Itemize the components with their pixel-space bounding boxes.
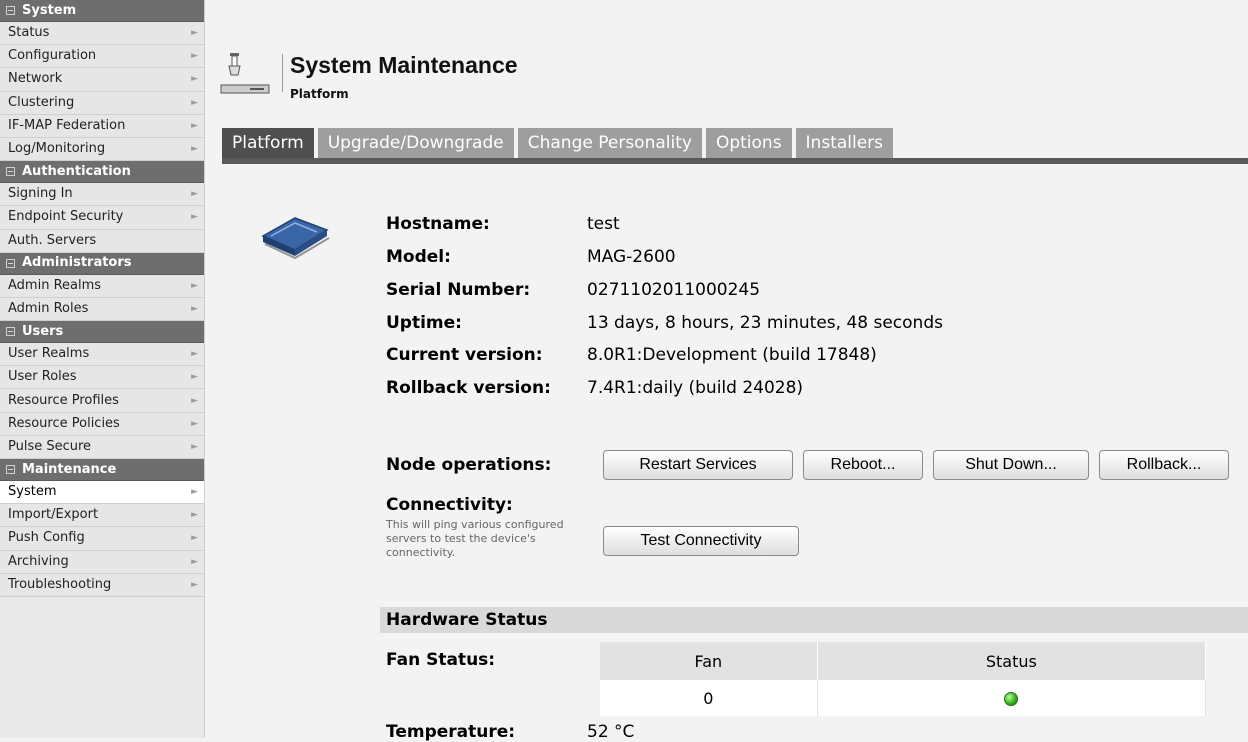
sidebar-section-users[interactable]: Users — [0, 321, 204, 344]
sidebar-section-authentication[interactable]: Authentication — [0, 161, 204, 184]
sidebar-nav: System Status ► Configuration ► Network ► C… — [0, 0, 205, 738]
sidebar-item-push-config[interactable]: Push Config ► — [0, 527, 204, 551]
serial-label: Serial Number: — [386, 280, 531, 300]
current-version-value: 8.0R1:Development (build 17848) — [587, 345, 877, 365]
reboot-button[interactable]: Reboot... — [803, 450, 923, 480]
temperature-label: Temperature: — [386, 722, 516, 742]
tab-underline — [222, 158, 1248, 164]
collapse-icon — [6, 258, 15, 268]
chevron-right-icon: ► — [191, 97, 198, 108]
collapse-icon — [6, 167, 15, 177]
sidebar-item-import-export[interactable]: Import/Export ► — [0, 504, 204, 528]
sidebar-item-clustering[interactable]: Clustering ► — [0, 91, 204, 115]
hostname-label: Hostname: — [386, 214, 490, 234]
sidebar-item-archiving[interactable]: Archiving ► — [0, 550, 204, 574]
sidebar-item-resource-profiles[interactable]: Resource Profiles ► — [0, 389, 204, 413]
hostname-value: test — [587, 214, 620, 234]
column-header-status: Status — [817, 642, 1207, 680]
uptime-value: 13 days, 8 hours, 23 minutes, 48 seconds — [587, 313, 943, 333]
fan-status-table: Fan Status 0 — [600, 642, 1207, 716]
fan-status-label: Fan Status: — [386, 650, 496, 670]
tab-change-personality[interactable]: Change Personality — [517, 128, 702, 158]
chevron-right-icon: ► — [191, 349, 198, 360]
chevron-right-icon: ► — [191, 556, 198, 567]
connectivity-label: Connectivity: — [386, 495, 513, 515]
maintenance-tool-icon — [220, 53, 270, 94]
chevron-right-icon: ► — [191, 51, 198, 62]
column-header-fan: Fan — [600, 642, 818, 680]
chevron-right-icon: ► — [191, 28, 198, 39]
chevron-right-icon: ► — [191, 280, 198, 291]
rollback-button[interactable]: Rollback... — [1099, 450, 1229, 480]
chevron-right-icon: ► — [191, 395, 198, 406]
tab-upgrade-downgrade[interactable]: Upgrade/Downgrade — [317, 128, 514, 158]
table-header-row: Fan Status — [600, 642, 1207, 680]
sidebar-section-system[interactable]: System — [0, 0, 204, 22]
sidebar-item-troubleshooting[interactable]: Troubleshooting ► — [0, 573, 204, 597]
sidebar-item-signing-in[interactable]: Signing In ► — [0, 183, 204, 207]
node-operations-label: Node operations: — [386, 455, 552, 475]
header-divider — [282, 54, 283, 92]
serial-value: 0271102011000245 — [587, 280, 761, 300]
tab-options[interactable]: Options — [705, 128, 792, 158]
tab-installers[interactable]: Installers — [795, 128, 894, 158]
sidebar-section-maintenance[interactable]: Maintenance — [0, 459, 204, 481]
tab-platform[interactable]: Platform — [222, 128, 314, 158]
device-appliance-icon — [261, 217, 330, 260]
sidebar-item-status[interactable]: Status ► — [0, 22, 204, 46]
chevron-right-icon: ► — [191, 533, 198, 544]
fan-status-cell — [817, 680, 1207, 716]
chevron-right-icon: ► — [191, 120, 198, 131]
temperature-value: 52 °C — [587, 722, 635, 742]
chevron-right-icon: ► — [191, 303, 198, 314]
sidebar-item-user-realms[interactable]: User Realms ► — [0, 343, 204, 367]
chevron-right-icon: ► — [191, 212, 198, 223]
sidebar-item-endpoint-security[interactable]: Endpoint Security ► — [0, 206, 204, 230]
chevron-right-icon: ► — [191, 372, 198, 383]
hardware-status-title: Hardware Status — [386, 610, 548, 630]
chevron-right-icon: ► — [191, 510, 198, 521]
sidebar-item-system[interactable]: System ► — [0, 481, 204, 505]
sidebar-item-pulse-secure[interactable]: Pulse Secure ► — [0, 435, 204, 459]
current-version-label: Current version: — [386, 345, 543, 365]
restart-services-button[interactable]: Restart Services — [603, 450, 793, 480]
sidebar-item-resource-policies[interactable]: Resource Policies ► — [0, 412, 204, 436]
rollback-version-label: Rollback version: — [386, 378, 551, 398]
sidebar-item-user-roles[interactable]: User Roles ► — [0, 366, 204, 390]
hardware-status-header: Hardware Status — [380, 607, 1248, 633]
connectivity-description: This will ping various configured server… — [386, 518, 564, 559]
collapse-icon — [6, 327, 15, 337]
page-header: System Maintenance Platform — [220, 50, 620, 101]
chevron-right-icon: ► — [191, 189, 198, 200]
uptime-label: Uptime: — [386, 313, 462, 333]
chevron-right-icon: ► — [191, 144, 198, 155]
sidebar-item-ifmap-federation[interactable]: IF-MAP Federation ► — [0, 114, 204, 138]
sidebar-item-network[interactable]: Network ► — [0, 68, 204, 92]
chevron-right-icon: ► — [191, 579, 198, 590]
collapse-icon — [6, 6, 15, 15]
sidebar-item-admin-roles[interactable]: Admin Roles ► — [0, 297, 204, 322]
model-label: Model: — [386, 247, 451, 267]
page-subtitle: Platform — [290, 87, 349, 101]
chevron-right-icon: ► — [191, 487, 198, 498]
status-ok-indicator-icon — [1004, 692, 1019, 706]
tab-bar: Platform Upgrade/Downgrade Change Person… — [222, 128, 897, 158]
sidebar-item-log-monitoring[interactable]: Log/Monitoring ► — [0, 137, 204, 162]
page-title: System Maintenance — [290, 52, 518, 78]
sidebar-item-configuration[interactable]: Configuration ► — [0, 45, 204, 69]
sidebar-item-auth-servers[interactable]: Auth. Servers — [0, 229, 204, 253]
shut-down-button[interactable]: Shut Down... — [933, 450, 1089, 480]
collapse-icon — [6, 465, 15, 474]
sidebar-item-admin-realms[interactable]: Admin Realms ► — [0, 274, 204, 298]
rollback-version-value: 7.4R1:daily (build 24028) — [587, 378, 804, 398]
test-connectivity-button[interactable]: Test Connectivity — [603, 526, 799, 556]
fan-id-cell: 0 — [600, 680, 818, 716]
model-value: MAG-2600 — [587, 247, 676, 267]
table-row: 0 — [600, 680, 1207, 716]
chevron-right-icon: ► — [191, 74, 198, 85]
chevron-right-icon: ► — [191, 418, 198, 429]
sidebar-section-administrators[interactable]: Administrators — [0, 252, 204, 275]
chevron-right-icon: ► — [191, 441, 198, 452]
